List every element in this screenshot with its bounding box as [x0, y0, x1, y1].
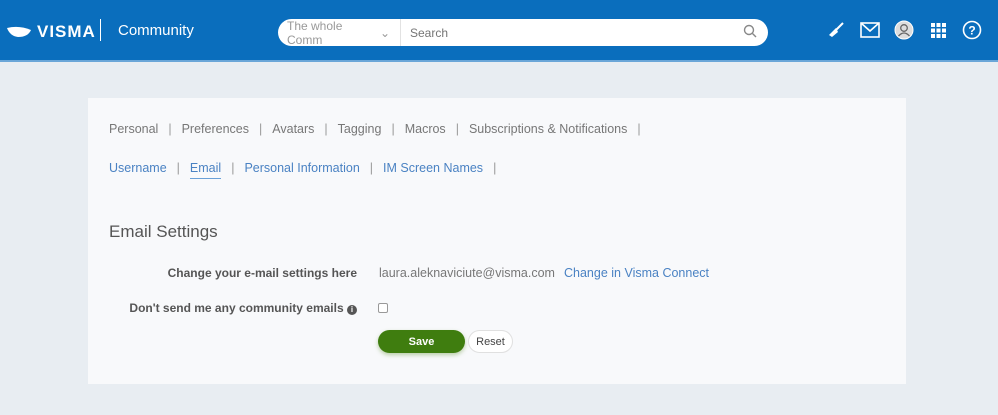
info-icon[interactable]: i — [347, 305, 357, 315]
mail-icon[interactable] — [860, 20, 880, 40]
change-in-visma-connect-link[interactable]: Change in Visma Connect — [564, 266, 709, 280]
logo-text: VISMA — [37, 22, 96, 41]
chevron-down-icon: ⌄ — [379, 25, 390, 40]
user-avatar-icon[interactable] — [894, 20, 914, 40]
visma-logo[interactable]: VISMA — [6, 22, 96, 42]
site-title[interactable]: Community — [118, 22, 194, 39]
optout-label: Don't send me any community emails i — [129, 301, 357, 315]
top-header: VISMA Community The whole Comm ⌄ ? — [0, 0, 998, 62]
tab-preferences[interactable]: Preferences — [182, 122, 249, 136]
divider — [100, 19, 101, 41]
tab-personal-information[interactable]: Personal Information — [244, 161, 359, 179]
secondary-tabs: Username | Email | Personal Information | I… — [109, 161, 506, 179]
tab-tagging[interactable]: Tagging — [338, 122, 382, 136]
search-bar: The whole Comm ⌄ — [278, 18, 768, 47]
tab-avatars[interactable]: Avatars — [272, 122, 314, 136]
search-icon[interactable] — [732, 24, 768, 41]
primary-tabs: Personal | Preferences | Avatars | Tagging |… — [109, 122, 641, 136]
save-button[interactable]: Save — [378, 330, 465, 353]
search-scope-select[interactable]: The whole Comm ⌄ — [278, 18, 401, 47]
search-scope-value: The whole Comm — [287, 18, 343, 47]
optout-label-text: Don't send me any community emails — [129, 301, 344, 315]
tab-email[interactable]: Email — [189, 161, 222, 179]
email-value: laura.aleknaviciute@visma.com — [379, 266, 555, 280]
broom-icon[interactable] — [826, 20, 846, 40]
optout-checkbox[interactable] — [378, 303, 388, 313]
help-icon[interactable]: ? — [962, 20, 982, 40]
visma-logo-icon — [7, 26, 31, 37]
tab-im-screen-names[interactable]: IM Screen Names — [383, 161, 483, 179]
tab-username[interactable]: Username — [109, 161, 167, 179]
svg-text:?: ? — [968, 24, 975, 38]
search-input[interactable] — [401, 25, 732, 40]
tab-macros[interactable]: Macros — [405, 122, 446, 136]
tab-subscriptions[interactable]: Subscriptions & Notifications — [469, 122, 627, 136]
change-email-label: Change your e-mail settings here — [167, 266, 357, 280]
settings-card: Personal | Preferences | Avatars | Tagging |… — [88, 98, 906, 384]
reset-button[interactable]: Reset — [468, 330, 513, 353]
tab-personal[interactable]: Personal — [109, 122, 158, 136]
apps-grid-icon[interactable] — [928, 20, 948, 40]
section-title: Email Settings — [109, 222, 218, 241]
